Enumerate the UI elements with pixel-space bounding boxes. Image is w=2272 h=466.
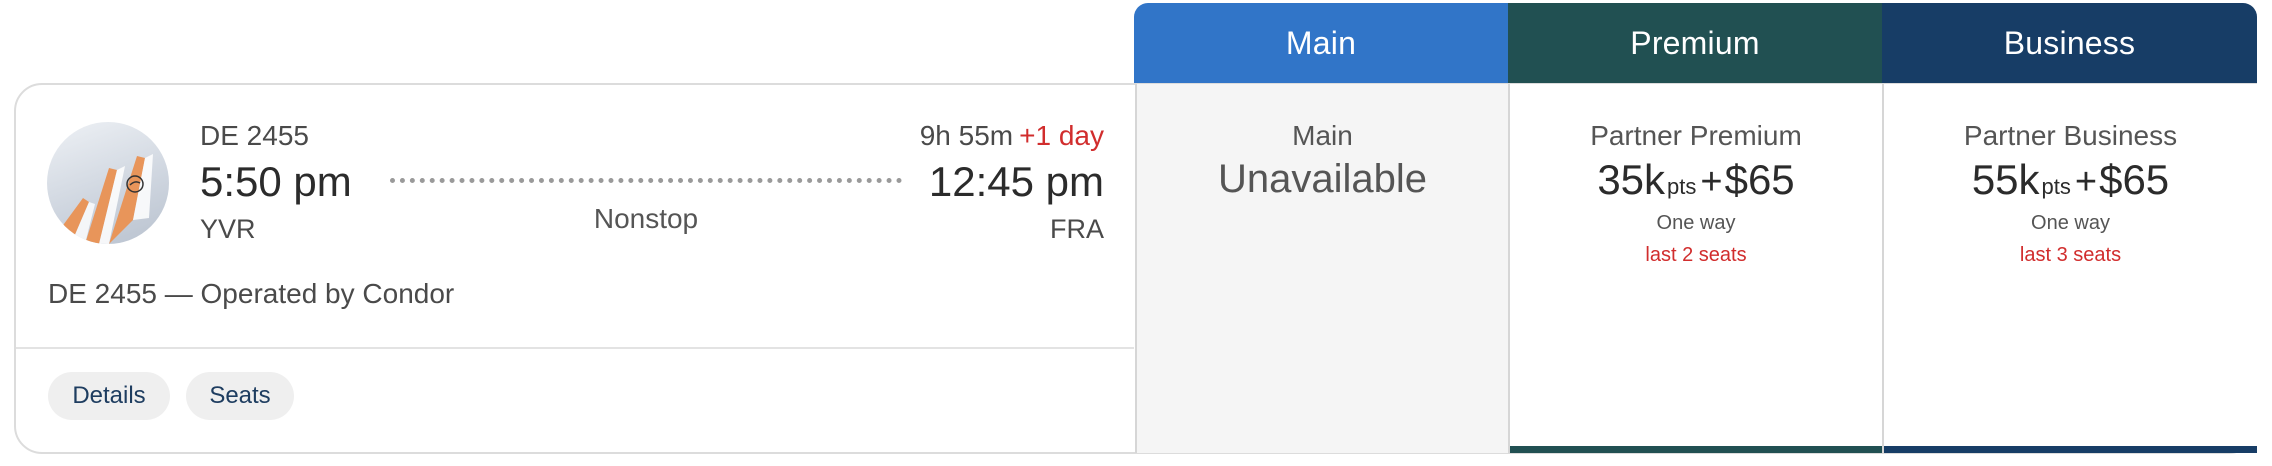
day-offset: +1 day: [1019, 120, 1104, 151]
cabin-header-main: Main: [1134, 3, 1508, 84]
trip-type: One way: [1656, 212, 1736, 234]
condor-logo-icon: [47, 122, 169, 244]
cash-amount: $65: [2099, 156, 2170, 203]
fare-main: Main Unavailable: [1135, 84, 1508, 453]
seats-left: last 2 seats: [1645, 244, 1747, 266]
fare-main-label: Main: [1292, 120, 1353, 151]
points-amount: 35k: [1597, 156, 1666, 203]
points-unit: pts: [2041, 174, 2071, 199]
divider: [16, 347, 1134, 349]
stops-label: Nonstop: [593, 203, 699, 234]
plus-sign: +: [2074, 161, 2098, 203]
arrival-time: 12:45 pm: [928, 158, 1104, 205]
trip-type: One way: [2031, 212, 2110, 234]
fare-premium-price: 35kpts +$65: [1510, 156, 1882, 204]
cabin-header-business: Business: [1882, 3, 2257, 84]
duration-value: 9h 55m: [919, 120, 1014, 151]
route-line: [390, 178, 902, 183]
details-button[interactable]: Details: [48, 372, 170, 420]
flight-result: Main Premium Business DE 2455 5:50 pm YV…: [0, 0, 2272, 466]
flight-number: DE 2455: [200, 120, 309, 151]
points-amount: 55k: [1971, 156, 2040, 203]
arrival-airport-code: FRA: [1050, 214, 1104, 244]
seats-button[interactable]: Seats: [186, 372, 294, 420]
business-accent-bar: [1884, 446, 2257, 453]
fare-premium-label: Partner Premium: [1590, 120, 1802, 151]
fare-business-label: Partner Business: [1963, 120, 2178, 151]
cash-amount: $65: [1724, 156, 1795, 203]
departure-time: 5:50 pm: [200, 158, 352, 205]
flight-duration: 9h 55m +1 day: [920, 120, 1104, 152]
premium-accent-bar: [1510, 446, 1882, 453]
departure-airport-code: YVR: [200, 214, 256, 244]
fare-main-status: Unavailable: [1217, 157, 1428, 201]
operated-by: DE 2455 — Operated by Condor: [48, 278, 455, 309]
seats-left: last 3 seats: [2019, 244, 2122, 266]
cabin-header-premium: Premium: [1508, 3, 1882, 84]
fare-business[interactable]: Partner Business 55kpts +$65 One way last…: [1882, 84, 2257, 453]
fare-business-price: 55kpts +$65: [1884, 156, 2257, 204]
plus-sign: +: [1700, 161, 1723, 203]
fare-premium[interactable]: Partner Premium 35kpts +$65 One way last …: [1508, 84, 1882, 453]
points-unit: pts: [1667, 174, 1697, 199]
